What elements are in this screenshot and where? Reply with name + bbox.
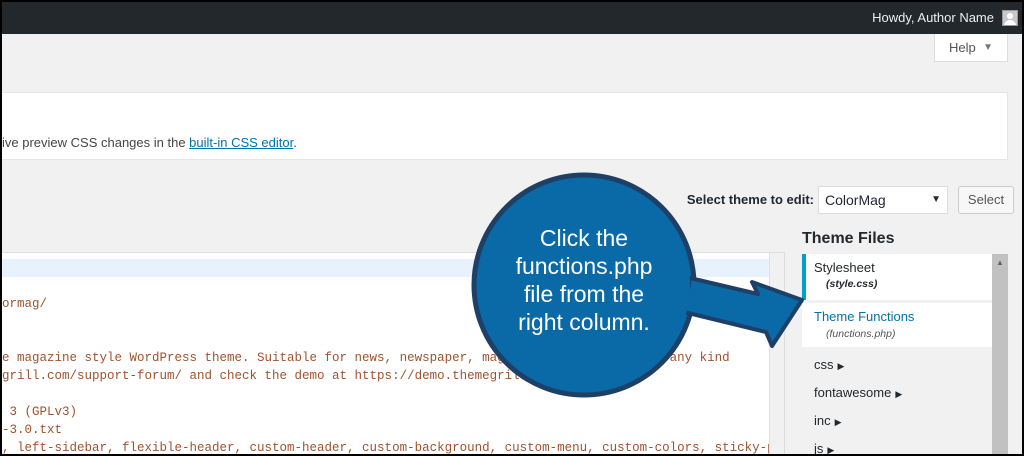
chevron-right-icon: ▶ xyxy=(827,445,835,455)
admin-bar: Howdy, Author Name xyxy=(2,2,1022,34)
code-line: 3 (GPLv3) xyxy=(2,405,78,419)
chevron-right-icon: ▶ xyxy=(834,417,842,427)
files-scrollbar[interactable]: ▲ xyxy=(992,254,1008,454)
theme-dropdown-value: ColorMag xyxy=(825,192,886,208)
callout-line: functions.php xyxy=(515,253,653,279)
select-theme-button[interactable]: Select xyxy=(958,186,1014,214)
folder-label: css xyxy=(814,357,834,372)
file-item-stylesheet[interactable]: Stylesheet (style.css) xyxy=(802,254,996,300)
notice-suffix: . xyxy=(293,135,297,150)
scroll-up-icon[interactable]: ▲ xyxy=(996,258,1004,267)
callout-text: Click the functions.php file from the ri… xyxy=(482,224,686,336)
editor-scrollbar[interactable] xyxy=(769,253,784,454)
file-subname: (style.css) xyxy=(826,278,878,290)
callout-line: file from the xyxy=(523,281,645,307)
callout-line: Click the xyxy=(539,225,629,251)
folder-inc[interactable]: inc ▶ xyxy=(814,413,842,428)
chevron-down-icon: ▼ xyxy=(983,42,993,53)
chevron-down-icon: ▼ xyxy=(931,194,941,205)
folder-label: inc xyxy=(814,413,831,428)
folder-label: fontawesome xyxy=(814,385,892,400)
callout-line: right column. xyxy=(518,309,650,335)
theme-dropdown[interactable]: ColorMag ▼ xyxy=(818,186,948,214)
notice-text: ive preview CSS changes in the built-in … xyxy=(2,135,297,150)
file-name: Theme Functions xyxy=(814,309,915,324)
file-item-theme-functions[interactable]: Theme Functions (functions.php) xyxy=(802,303,992,347)
howdy-greeting[interactable]: Howdy, Author Name xyxy=(872,2,994,34)
theme-files-heading: Theme Files xyxy=(802,230,895,247)
wordpress-theme-editor-screen: Howdy, Author Name Help ▼ ive preview CS… xyxy=(0,0,1024,456)
theme-select-row: Select theme to edit: ColorMag ▼ Select xyxy=(674,186,1014,214)
chevron-right-icon: ▶ xyxy=(895,389,903,399)
theme-select-label: Select theme to edit: xyxy=(686,192,814,207)
folder-label: js xyxy=(814,441,824,456)
code-line: ormag/ xyxy=(2,297,48,311)
file-name: Stylesheet xyxy=(814,260,875,275)
code-line: grill.com/support-forum/ and check the d… xyxy=(2,369,550,383)
theme-files-list: Stylesheet (style.css) Theme Functions (… xyxy=(802,254,1010,456)
code-line: -3.0.txt xyxy=(2,423,63,437)
file-subname: (functions.php) xyxy=(826,328,896,340)
folder-css[interactable]: css ▶ xyxy=(814,357,844,372)
code-line: , left-sidebar, flexible-header, custom-… xyxy=(2,441,785,455)
folder-fontawesome[interactable]: fontawesome ▶ xyxy=(814,385,902,400)
notice-prefix: ive preview CSS changes in the xyxy=(2,135,190,150)
code-line: e magazine style WordPress theme. Suitab… xyxy=(2,351,730,365)
chevron-right-icon: ▶ xyxy=(837,361,845,371)
help-label: Help xyxy=(949,40,976,55)
css-editor-link[interactable]: built-in CSS editor xyxy=(189,135,293,150)
css-editor-notice: ive preview CSS changes in the built-in … xyxy=(2,92,1008,160)
folder-js[interactable]: js ▶ xyxy=(814,441,835,456)
help-tab-button[interactable]: Help ▼ xyxy=(934,34,1008,62)
avatar[interactable] xyxy=(1002,10,1018,26)
